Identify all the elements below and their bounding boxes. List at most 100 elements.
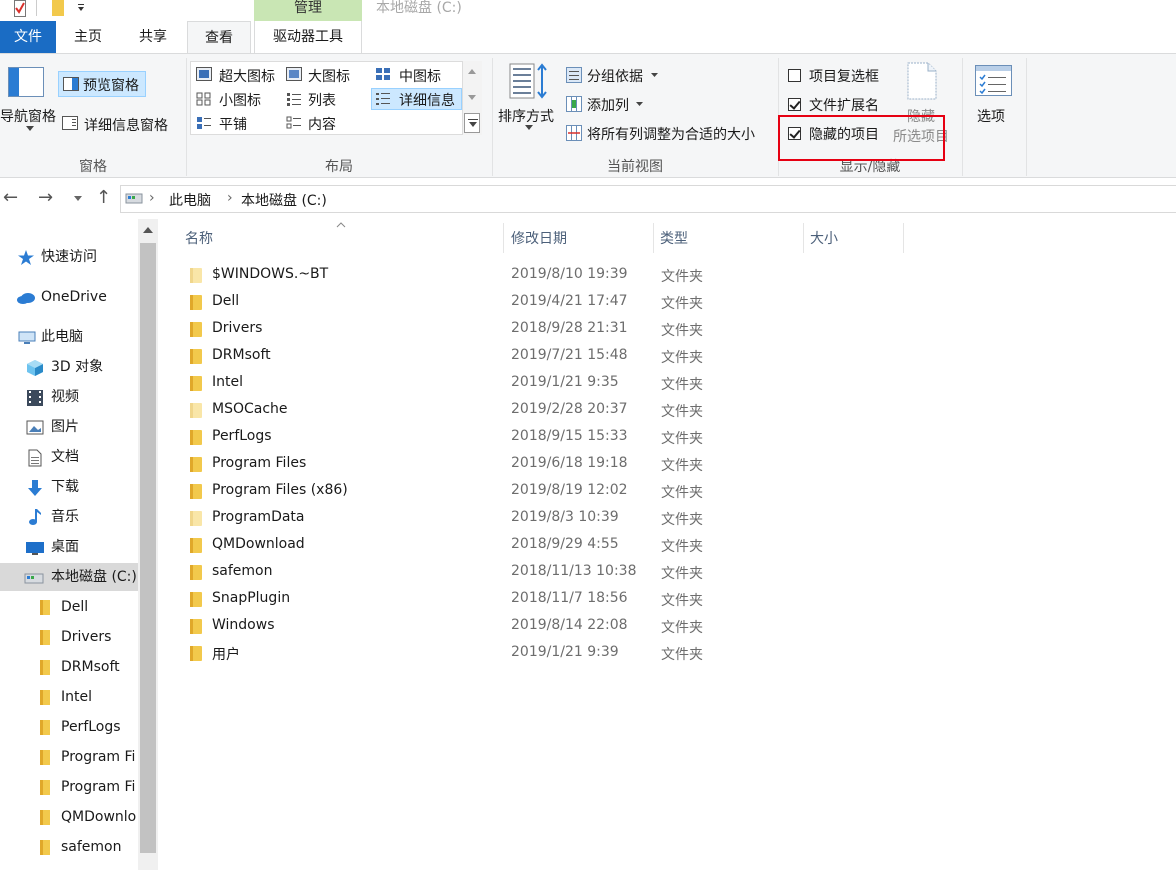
qa-separator [36, 0, 37, 16]
back-arrow-icon[interactable]: ← [3, 187, 18, 208]
chevron-down-icon [651, 73, 658, 77]
recent-locations-chevron-icon[interactable] [74, 196, 82, 202]
options-button[interactable]: 选项 [977, 106, 1005, 126]
item-checkboxes-checkbox[interactable] [788, 69, 801, 82]
column-divider[interactable] [503, 223, 504, 253]
nav-child-folder[interactable]: DRMsoft [0, 653, 138, 681]
nav-child-folder[interactable]: QMDownlo [0, 803, 138, 831]
qa-dropdown-icon[interactable] [76, 3, 86, 13]
nav-scrollbar[interactable] [138, 219, 158, 870]
cloud-icon [17, 293, 35, 304]
layout-tiles[interactable]: 平铺 [219, 114, 247, 134]
layout-expand-button[interactable] [464, 113, 480, 133]
forward-arrow-icon[interactable]: → [38, 187, 53, 208]
table-row[interactable]: Intel 2019/1/21 9:35 文件夹 [180, 370, 880, 397]
table-row[interactable]: Program Files (x86) 2019/8/19 12:02 文件夹 [180, 478, 880, 505]
column-header-type[interactable]: 类型 [660, 228, 688, 248]
nav-documents[interactable]: 文档 [0, 443, 138, 471]
file-date: 2019/6/18 19:18 [511, 455, 628, 471]
nav-videos[interactable]: 视频 [0, 383, 138, 411]
layout-gallery-scroll[interactable] [462, 61, 482, 135]
table-row[interactable]: ProgramData 2019/8/3 10:39 文件夹 [180, 505, 880, 532]
table-row[interactable]: safemon 2018/11/13 10:38 文件夹 [180, 559, 880, 586]
nav-downloads[interactable]: 下载 [0, 473, 138, 501]
layout-list[interactable]: 列表 [308, 90, 336, 110]
chevron-up-icon[interactable] [468, 69, 476, 75]
nav-child-folder[interactable]: Dell [0, 593, 138, 621]
tab-file[interactable]: 文件 [0, 21, 56, 53]
nav-onedrive[interactable]: OneDrive [0, 283, 138, 311]
column-header-name[interactable]: 名称 [185, 228, 213, 248]
table-row[interactable]: DRMsoft 2019/7/21 15:48 文件夹 [180, 343, 880, 370]
nav-child-folder[interactable]: PerfLogs [0, 713, 138, 741]
breadcrumb-local-disk[interactable]: 本地磁盘 (C:) [241, 190, 327, 210]
nav-child-folder[interactable]: Program Fi [0, 743, 138, 771]
nav-local-disk[interactable]: 本地磁盘 (C:) [0, 563, 138, 591]
table-row[interactable]: $WINDOWS.~BT 2019/8/10 19:39 文件夹 [180, 262, 880, 289]
new-folder-icon[interactable] [52, 0, 64, 16]
layout-details[interactable]: 详细信息 [399, 90, 455, 110]
nav-quick-access[interactable]: 快速访问 [0, 243, 138, 271]
nav-child-folder[interactable]: Intel [0, 683, 138, 711]
folder-icon [190, 565, 202, 580]
table-row[interactable]: MSOCache 2019/2/28 20:37 文件夹 [180, 397, 880, 424]
file-name: Program Files [212, 455, 307, 471]
table-row[interactable]: 用户 2019/1/21 9:39 文件夹 [180, 640, 880, 667]
column-header-size[interactable]: 大小 [810, 228, 838, 248]
table-row[interactable]: Program Files 2019/6/18 19:18 文件夹 [180, 451, 880, 478]
column-divider[interactable] [653, 223, 654, 253]
current-view-group-label: 当前视图 [607, 159, 663, 175]
fit-columns-button[interactable]: 将所有列调整为合适的大小 [587, 124, 755, 144]
window-title: 本地磁盘 (C:) [376, 0, 462, 16]
scroll-up-icon[interactable] [143, 227, 153, 234]
properties-icon[interactable] [14, 0, 26, 18]
column-header-date[interactable]: 修改日期 [511, 228, 567, 248]
nav-desktop[interactable]: 桌面 [0, 533, 138, 561]
address-box[interactable]: › 此电脑 › 本地磁盘 (C:) [120, 185, 1176, 213]
column-divider[interactable] [903, 223, 904, 253]
tab-view[interactable]: 查看 [187, 21, 251, 54]
nav-child-folder[interactable]: Program Fi [0, 773, 138, 801]
layout-small-icons[interactable]: 小图标 [219, 90, 261, 110]
table-row[interactable]: Dell 2019/4/21 17:47 文件夹 [180, 289, 880, 316]
nav-this-pc[interactable]: 此电脑 [0, 323, 138, 351]
table-row[interactable]: Drivers 2018/9/28 21:31 文件夹 [180, 316, 880, 343]
table-row[interactable]: PerfLogs 2018/9/15 15:33 文件夹 [180, 424, 880, 451]
nav-pane-button[interactable]: 导航窗格 [0, 106, 56, 126]
details-pane-button[interactable]: 详细信息窗格 [84, 115, 168, 135]
nav-scroll-thumb[interactable] [140, 243, 156, 853]
nav-pane-icon[interactable] [8, 67, 44, 97]
folder-icon [190, 592, 202, 607]
sort-by-button[interactable]: 排序方式 [498, 106, 554, 126]
nav-3d-objects[interactable]: 3D 对象 [0, 353, 138, 381]
nav-child-folder[interactable]: Drivers [0, 623, 138, 651]
table-row[interactable]: QMDownload 2018/9/29 4:55 文件夹 [180, 532, 880, 559]
breadcrumb-separator-icon[interactable]: › [227, 190, 233, 206]
chevron-down-icon[interactable] [468, 95, 476, 101]
table-row[interactable]: Windows 2019/8/14 22:08 文件夹 [180, 613, 880, 640]
breadcrumb-separator-icon[interactable]: › [149, 190, 155, 206]
nav-music[interactable]: 音乐 [0, 503, 138, 531]
layout-extra-large-icons[interactable]: 超大图标 [219, 66, 275, 86]
file-extensions-checkbox[interactable] [788, 98, 801, 111]
up-arrow-icon[interactable]: ↑ [96, 187, 111, 208]
table-row[interactable]: SnapPlugin 2018/11/7 18:56 文件夹 [180, 586, 880, 613]
preview-pane-label: 预览窗格 [83, 78, 139, 94]
tab-home[interactable]: 主页 [58, 21, 118, 53]
file-type: 文件夹 [661, 350, 703, 366]
group-by-button[interactable]: 分组依据 [587, 66, 643, 86]
manage-tab[interactable]: 管理 [254, 0, 362, 21]
tab-drive-tools[interactable]: 驱动器工具 [254, 21, 362, 53]
add-column-button[interactable]: 添加列 [587, 95, 629, 115]
tab-share[interactable]: 共享 [122, 21, 184, 53]
nav-pictures[interactable]: 图片 [0, 413, 138, 441]
layout-large-icons[interactable]: 大图标 [308, 66, 350, 86]
layout-content[interactable]: 内容 [308, 114, 336, 134]
nav-child-folder[interactable]: safemon [0, 833, 138, 861]
breadcrumb-this-pc[interactable]: 此电脑 [169, 190, 211, 210]
details-icon [376, 93, 390, 105]
layout-group-label: 布局 [325, 159, 353, 175]
layout-medium-icons[interactable]: 中图标 [399, 66, 441, 86]
preview-pane-button[interactable]: 预览窗格 [58, 71, 146, 97]
column-divider[interactable] [803, 223, 804, 253]
